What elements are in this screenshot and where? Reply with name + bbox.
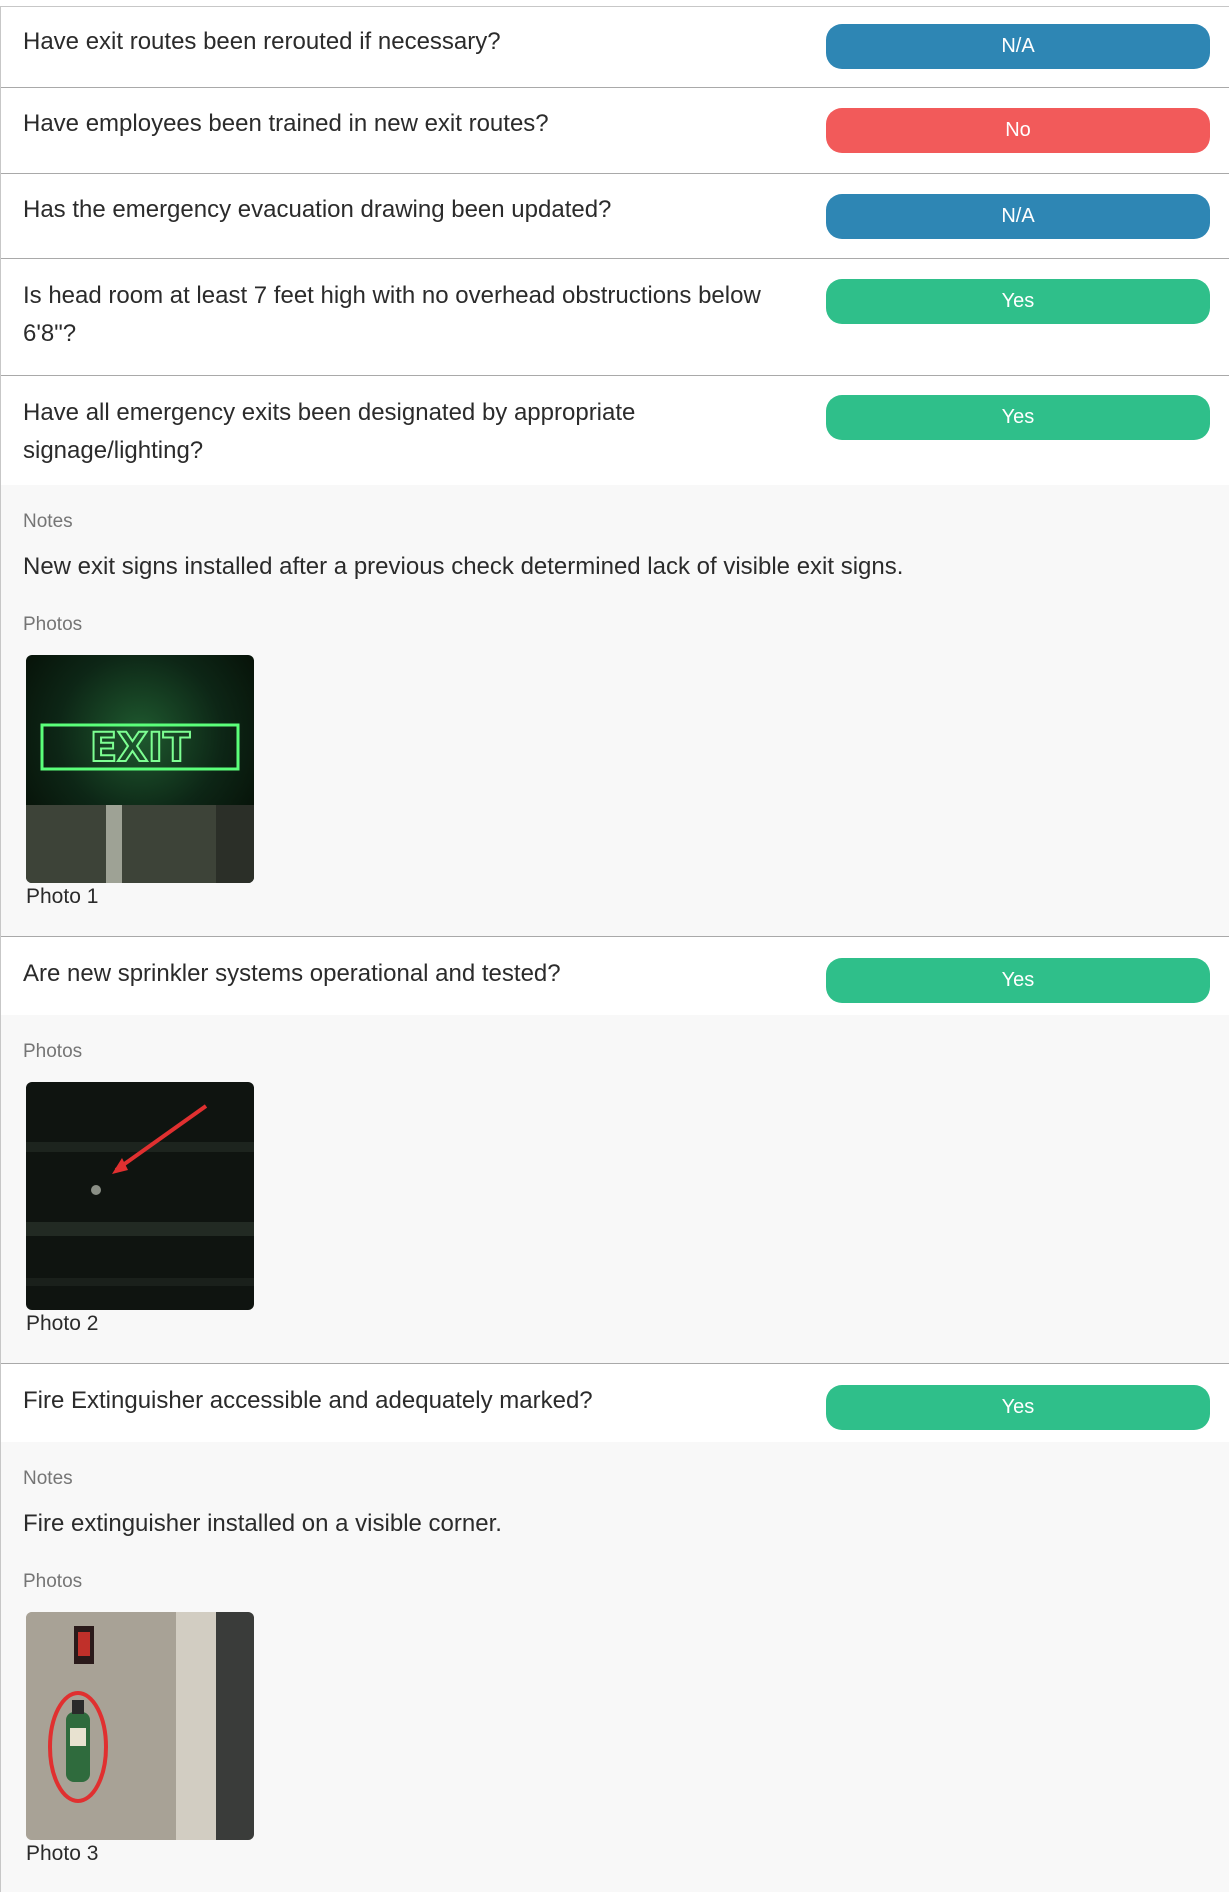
item-details: Photos Photo 2 (0, 1015, 1229, 1364)
photo-caption: Photo 2 (26, 1312, 99, 1335)
item-details: Notes Fire extinguisher installed on a v… (0, 1442, 1229, 1892)
answer-badge-na[interactable]: N/A (826, 24, 1210, 69)
photo-caption: Photo 1 (26, 885, 99, 908)
checklist-item: Have exit routes been rerouted if necess… (0, 7, 1229, 88)
question-text: Have all emergency exits been designated… (23, 399, 636, 464)
question-text: Have employees been trained in new exit … (23, 110, 549, 137)
notes-label: Notes (23, 511, 73, 532)
fire-extinguisher-photo[interactable] (26, 1612, 254, 1840)
sprinkler-photo[interactable] (26, 1082, 254, 1310)
svg-text:EXIT: EXIT (90, 725, 191, 771)
question-text: Have exit routes been rerouted if necess… (23, 28, 501, 55)
checklist-item: Is head room at least 7 feet high with n… (0, 259, 1229, 376)
answer-badge-yes[interactable]: Yes (826, 395, 1210, 440)
question-text: Are new sprinkler systems operational an… (23, 960, 561, 987)
notes-label: Notes (23, 1468, 73, 1489)
checklist-item: Have all emergency exits been designated… (0, 376, 1229, 485)
answer-badge-na[interactable]: N/A (826, 194, 1210, 239)
photo-caption: Photo 3 (26, 1842, 99, 1865)
divider (0, 6, 1, 1892)
checklist-item: Fire Extinguisher accessible and adequat… (0, 1364, 1229, 1442)
item-details: Notes New exit signs installed after a p… (0, 485, 1229, 937)
photos-label: Photos (23, 614, 83, 635)
answer-badge-yes[interactable]: Yes (826, 958, 1210, 1003)
note-text: Fire extinguisher installed on a visible… (23, 1510, 502, 1537)
answer-badge-no[interactable]: No (826, 108, 1210, 153)
answer-badge-yes[interactable]: Yes (826, 279, 1210, 324)
question-text: Has the emergency evacuation drawing bee… (23, 196, 612, 223)
answer-badge-yes[interactable]: Yes (826, 1385, 1210, 1430)
checklist-item: Have employees been trained in new exit … (0, 88, 1229, 174)
checklist-item: Are new sprinkler systems operational an… (0, 937, 1229, 1015)
question-text: Is head room at least 7 feet high with n… (23, 282, 761, 347)
checklist-item: Has the emergency evacuation drawing bee… (0, 174, 1229, 259)
note-text: New exit signs installed after a previou… (23, 553, 904, 580)
inspection-report: Have exit routes been rerouted if necess… (0, 0, 1229, 1892)
question-text: Fire Extinguisher accessible and adequat… (23, 1387, 593, 1414)
exit-sign-photo[interactable]: EXIT (26, 655, 254, 883)
photos-label: Photos (23, 1041, 83, 1062)
photos-label: Photos (23, 1571, 83, 1592)
